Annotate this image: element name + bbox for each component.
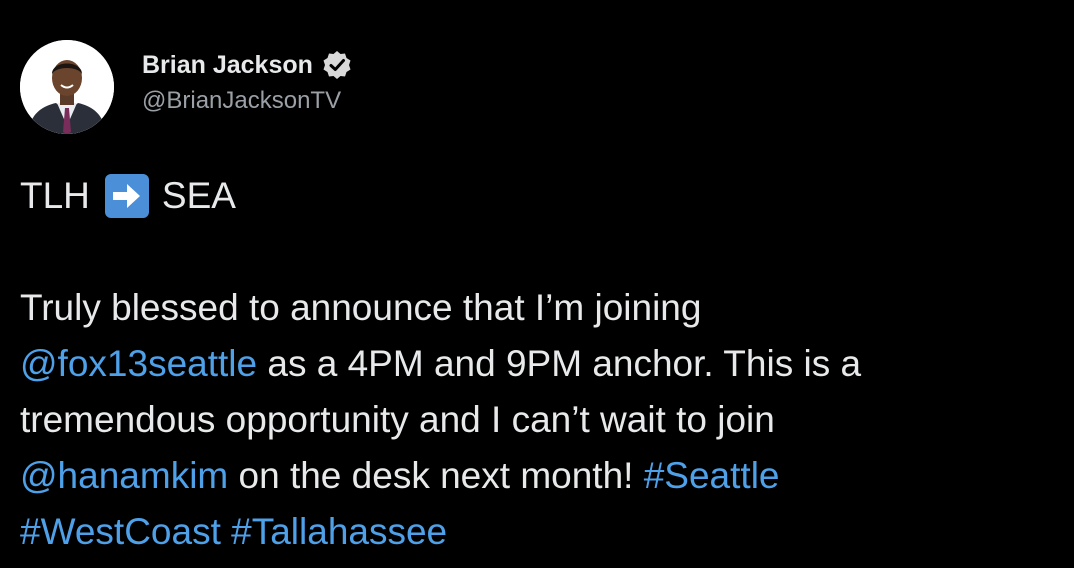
right-arrow-icon: [104, 173, 150, 219]
hashtag-seattle[interactable]: #Seattle: [644, 455, 780, 496]
route-line: TLH SEA: [20, 168, 1060, 224]
tweet-text: TLH SEA Truly blessed to announce that I…: [20, 168, 1060, 560]
tweet-line-4: @hanamkim on the desk next month! #Seatt…: [20, 448, 1060, 504]
mention-fox13seattle[interactable]: @fox13seattle: [20, 343, 257, 384]
verified-badge-icon: [321, 49, 353, 81]
tweet-line-4-text: on the desk next month!: [228, 455, 644, 496]
route-from: TLH: [20, 175, 90, 216]
tweet-line-5: #WestCoast #Tallahassee: [20, 504, 1060, 560]
avatar[interactable]: [20, 40, 114, 134]
hashtag-separator: [221, 511, 231, 552]
hashtag-westcoast[interactable]: #WestCoast: [20, 511, 221, 552]
profile-photo-icon: [20, 40, 114, 134]
tweet-line-1: Truly blessed to announce that I’m joini…: [20, 287, 702, 328]
tweet-card: Brian Jackson @BrianJacksonTV TLH SEA Tr…: [0, 0, 1074, 568]
user-handle[interactable]: @BrianJacksonTV: [142, 87, 341, 115]
display-name[interactable]: Brian Jackson: [142, 51, 313, 80]
tweet-line-2: @fox13seattle as a 4PM and 9PM anchor. T…: [20, 336, 1060, 392]
hashtag-tallahassee[interactable]: #Tallahassee: [231, 511, 447, 552]
name-row: Brian Jackson: [142, 47, 353, 83]
tweet-line-3: tremendous opportunity and I can’t wait …: [20, 399, 775, 440]
mention-hanamkim[interactable]: @hanamkim: [20, 455, 228, 496]
route-to: SEA: [161, 175, 236, 216]
tweet-line-2-text: as a 4PM and 9PM anchor. This is a: [257, 343, 862, 384]
